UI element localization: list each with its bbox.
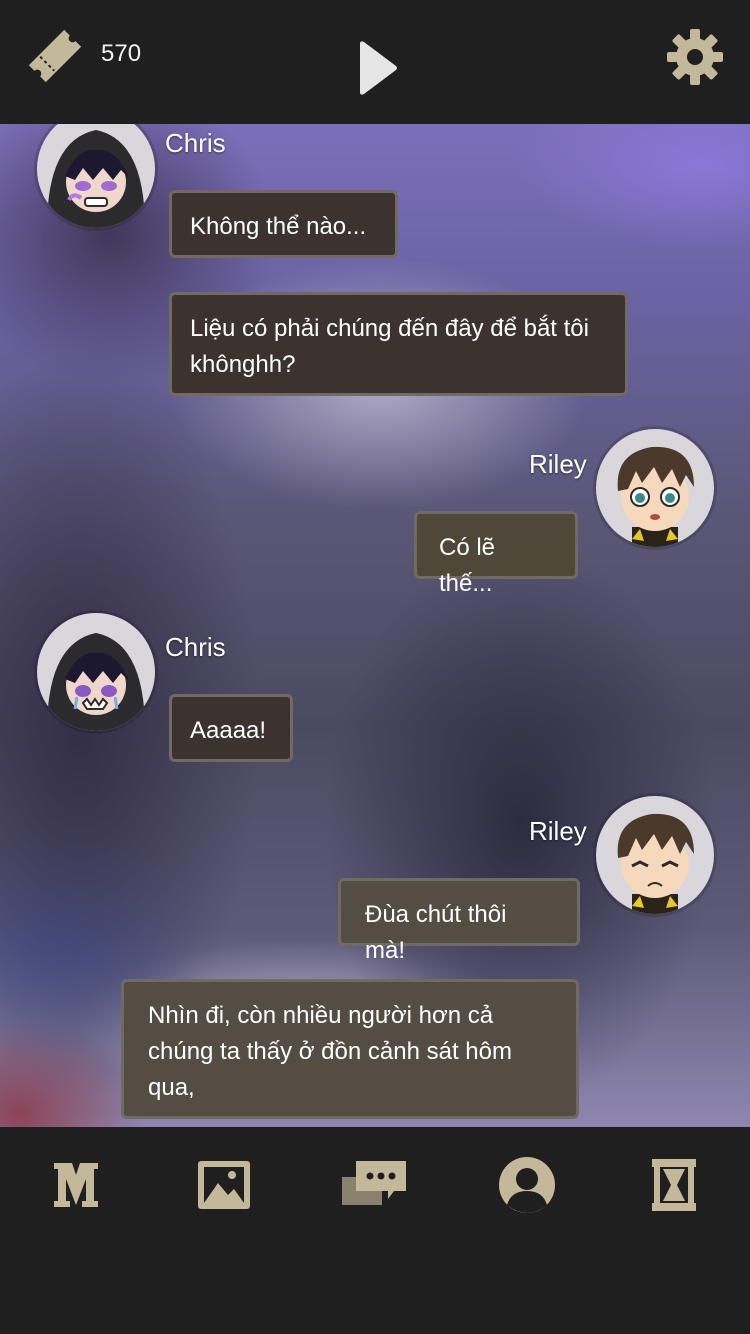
settings-button[interactable]	[666, 28, 724, 86]
chat-log-icon	[342, 1161, 406, 1205]
menu-button[interactable]	[40, 1155, 112, 1215]
play-icon	[360, 41, 397, 95]
message-bubble: Nhìn đi, còn nhiều người hơn cả chúng ta…	[121, 979, 579, 1119]
profile-icon	[499, 1157, 555, 1213]
message-bubble: Aaaaa!	[169, 694, 293, 762]
chris-avatar	[37, 124, 155, 228]
message-bubble: Không thể nào...	[169, 190, 398, 258]
chat-log-button[interactable]	[338, 1155, 410, 1215]
message-bubble: Liệu có phải chúng đến đây để bắt tôi kh…	[169, 292, 628, 396]
speaker-name: Riley	[529, 816, 587, 846]
gear-icon	[667, 29, 723, 85]
speaker-name: Chris	[165, 632, 226, 662]
gallery-button[interactable]	[188, 1155, 260, 1215]
top-bar: 570	[0, 0, 750, 124]
speaker-name: Chris	[165, 128, 226, 158]
chris-avatar	[37, 613, 155, 731]
riley-avatar	[596, 796, 714, 914]
message-text: Đùa chút thôi mà!	[365, 901, 507, 964]
message-text: Có lẽ thế...	[439, 534, 496, 597]
message-bubble: Đùa chút thôi mà!	[338, 878, 580, 964]
speaker-name: Riley	[529, 449, 587, 479]
message-text: Không thể nào...	[190, 213, 367, 240]
chat-area[interactable]: Chris Không thể nào... Liệu có phải chún…	[0, 124, 750, 1127]
hourglass-icon	[652, 1159, 696, 1211]
message-text: Liệu có phải chúng đến đây để bắt tôi kh…	[190, 315, 589, 378]
hourglass-button[interactable]	[638, 1155, 710, 1215]
message-bubble: Có lẽ thế...	[414, 511, 578, 597]
menu-m-icon	[54, 1163, 98, 1207]
message-text: Nhìn đi, còn nhiều người hơn cả chúng ta…	[148, 1002, 512, 1101]
message-text: Aaaaa!	[190, 717, 267, 744]
profile-button[interactable]	[491, 1155, 563, 1215]
bottom-nav	[0, 1127, 750, 1334]
riley-avatar	[596, 429, 714, 547]
ticket-icon	[24, 26, 86, 86]
tickets-count: 570	[101, 40, 142, 67]
play-button[interactable]	[356, 36, 402, 100]
gallery-icon	[198, 1161, 250, 1209]
